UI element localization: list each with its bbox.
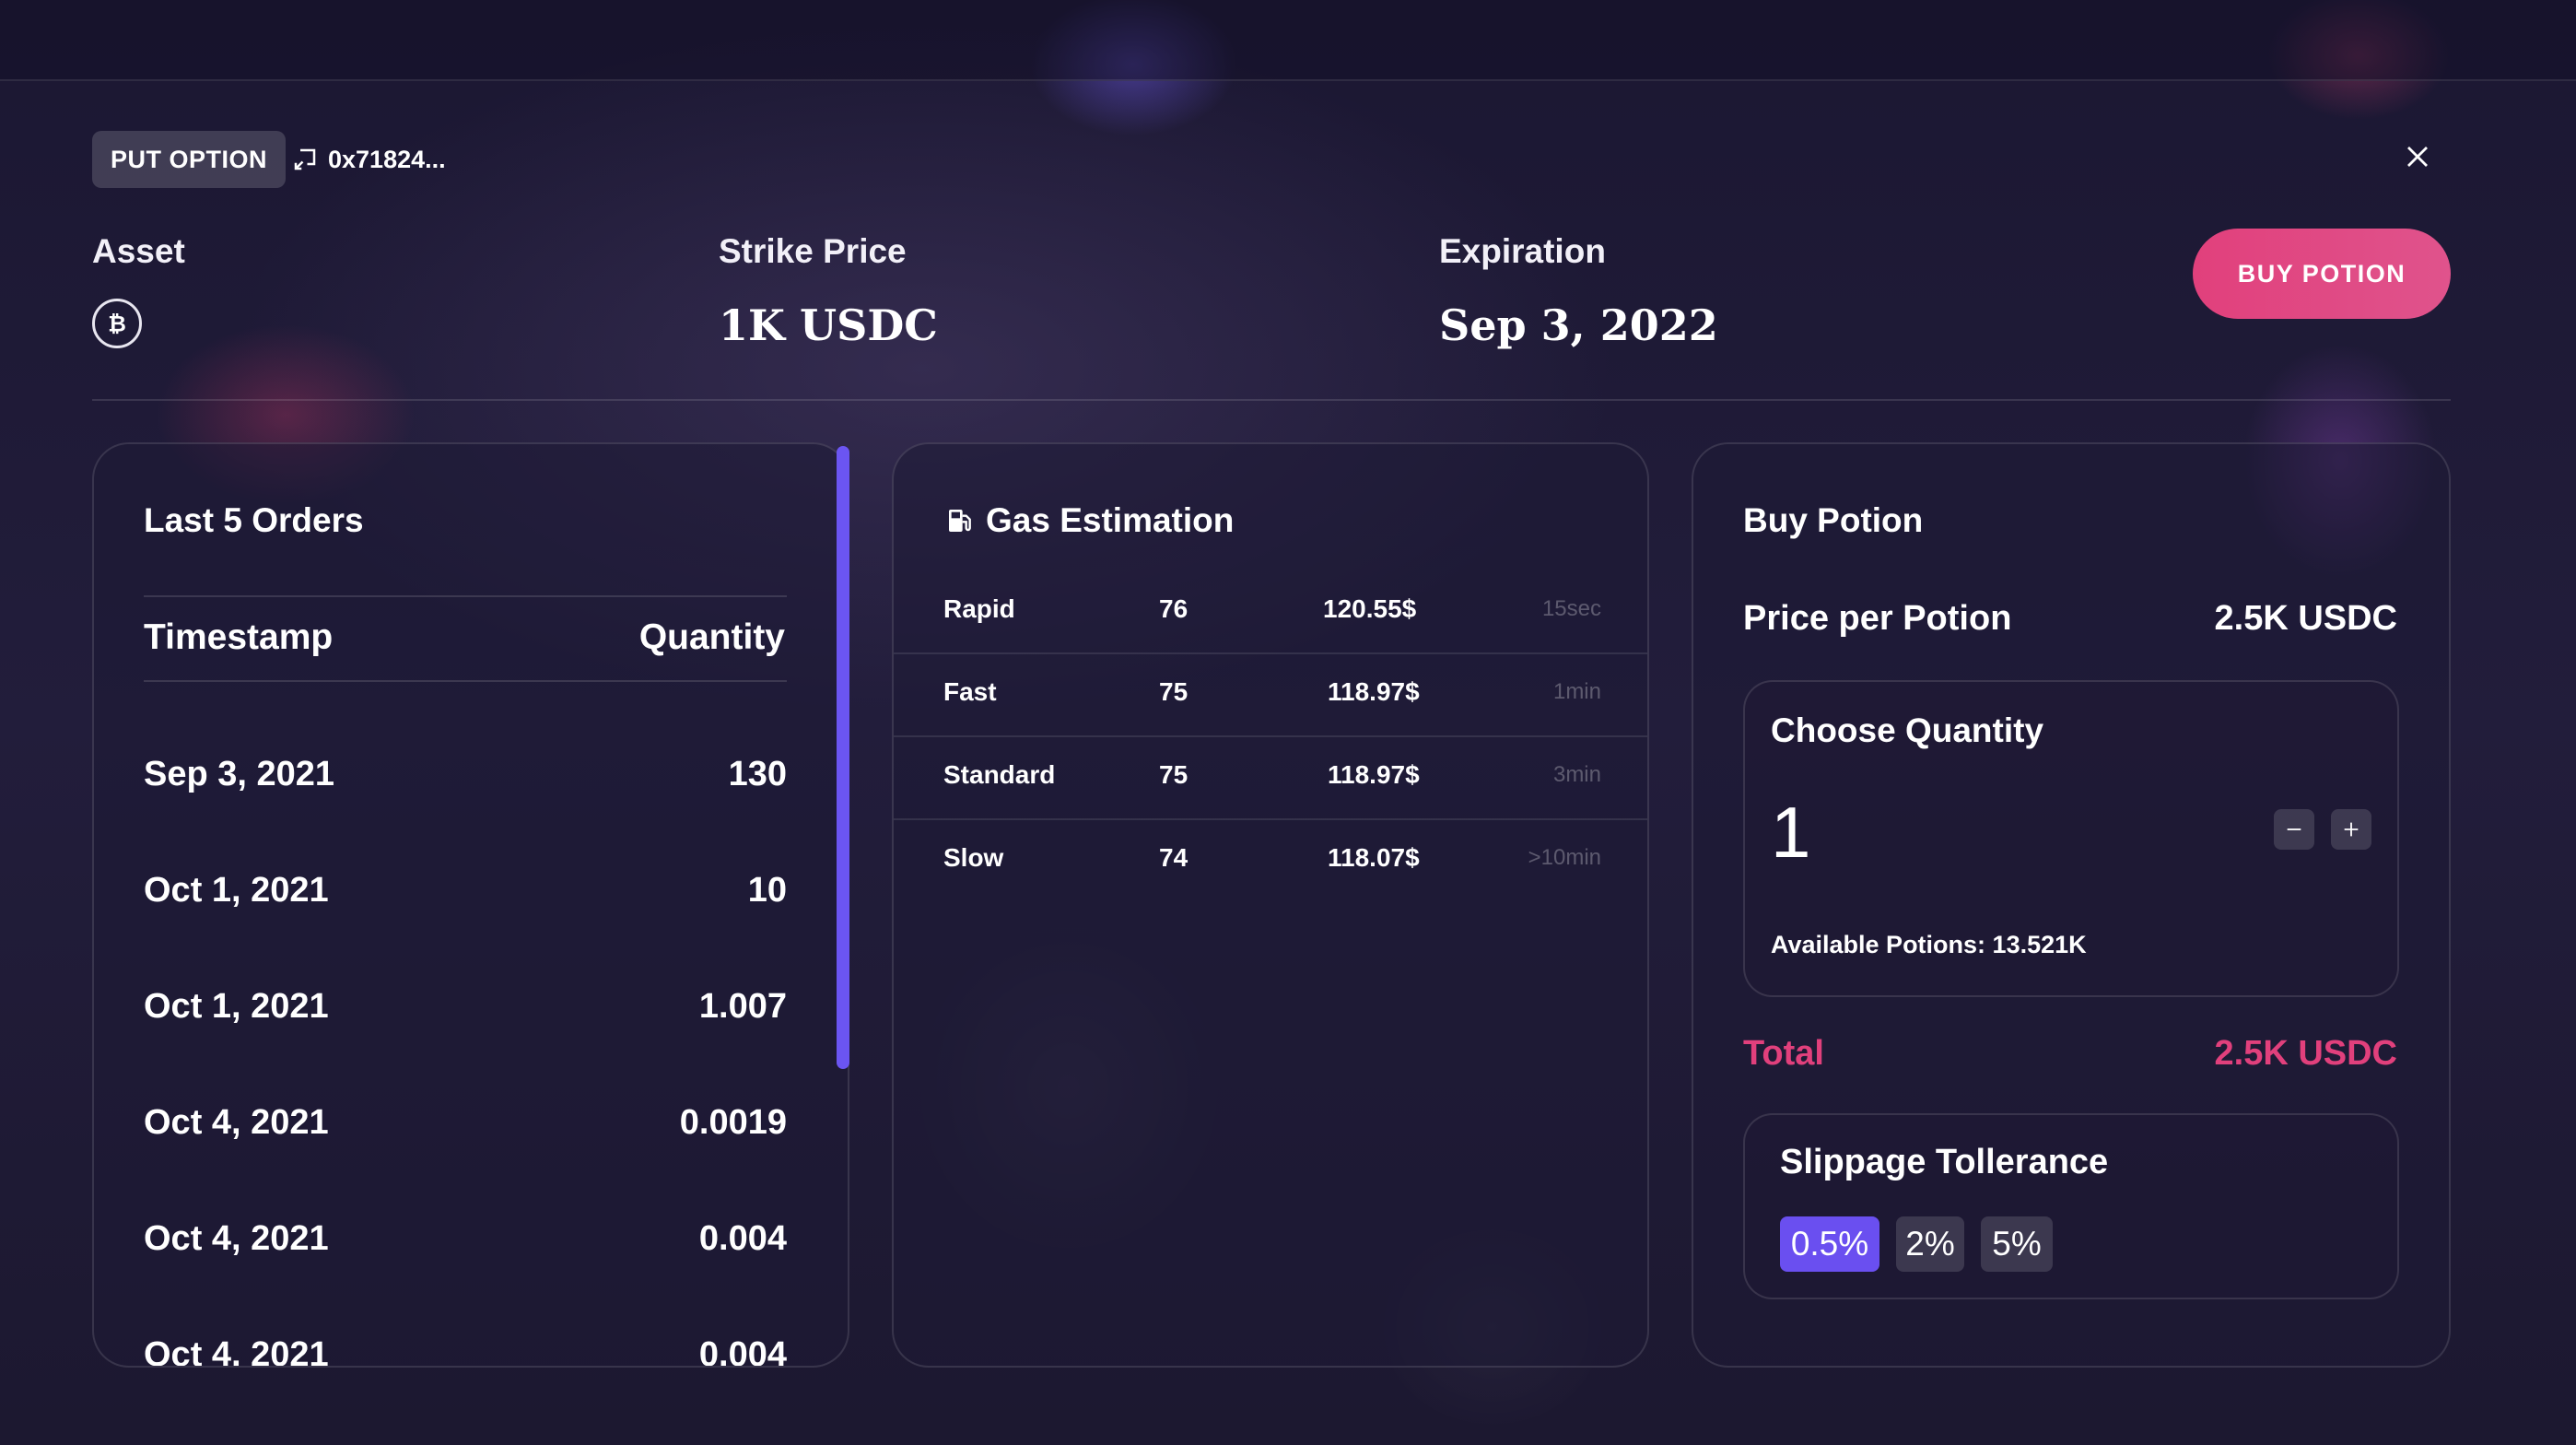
order-timestamp: Oct 4, 2021 (144, 1218, 329, 1258)
order-row: Oct 4, 2021 0.004 (144, 1327, 787, 1368)
order-quantity: 10 (747, 870, 787, 910)
gas-title-row: Gas Estimation (945, 501, 1234, 540)
price-per-potion-value: 2.5K USDC (2214, 599, 2398, 638)
orders-col-quantity: Quantity (638, 617, 785, 657)
gas-gwei: 75 (1159, 760, 1188, 789)
gas-speed: Slow (943, 843, 1004, 872)
svg-text:₿: ₿ (108, 311, 126, 337)
total-value: 2.5K USDC (2214, 1034, 2398, 1073)
order-timestamp: Oct 4, 2021 (144, 1102, 329, 1142)
gas-gwei: 75 (1159, 677, 1188, 706)
order-quantity: 0.004 (698, 1334, 787, 1368)
gas-row-slow[interactable]: Slow 74 118.07$ >10min (894, 816, 1647, 899)
slippage-card: Slippage Tollerance 0.5% 2% 5% (1743, 1113, 2399, 1299)
strike-price-label: Strike Price (719, 232, 907, 270)
gas-price: 118.97$ (1328, 677, 1420, 706)
contract-address-link[interactable]: 0x71824... (291, 138, 446, 181)
gas-row-standard[interactable]: Standard 75 118.97$ 3min (894, 734, 1647, 816)
order-row: Oct 1, 2021 10 (144, 863, 787, 918)
expiration-value: Sep 3, 2022 (1439, 300, 1718, 350)
buy-potion-button[interactable]: BUY POTION (2193, 229, 2451, 319)
order-row: Oct 4, 2021 0.004 (144, 1211, 787, 1266)
order-row: Sep 3, 2021 130 (144, 746, 787, 802)
orders-header-divider-top (144, 595, 787, 597)
close-icon (2407, 147, 2428, 167)
gas-price: 118.97$ (1328, 760, 1420, 789)
gas-speed: Standard (943, 760, 1056, 789)
order-timestamp: Oct 4, 2021 (144, 1334, 329, 1368)
option-detail-modal: PUT OPTION 0x71824... Asset ₿ Strike Pri… (0, 0, 2576, 1445)
slippage-option-5[interactable]: 5% (1981, 1216, 2053, 1272)
decrease-quantity-button[interactable] (2274, 809, 2314, 850)
choose-quantity-card: Choose Quantity 1 Available Potions: 13.… (1743, 680, 2399, 997)
contract-address: 0x71824... (328, 145, 446, 173)
orders-scrollbar[interactable] (837, 446, 849, 1069)
minus-icon (2287, 828, 2301, 830)
order-row: Oct 4, 2021 0.0019 (144, 1095, 787, 1150)
orders-header-divider-bottom (144, 680, 787, 682)
last-orders-panel: Last 5 Orders Timestamp Quantity Sep 3, … (92, 442, 849, 1368)
gas-pump-icon (949, 510, 971, 532)
gas-time: 3min (1552, 762, 1601, 787)
increase-quantity-button[interactable] (2331, 809, 2371, 850)
slippage-option-0-5[interactable]: 0.5% (1780, 1216, 1879, 1272)
gas-time: >10min (1528, 845, 1601, 870)
header-divider (92, 399, 2451, 401)
order-timestamp: Oct 1, 2021 (144, 870, 329, 910)
available-potions: Available Potions: 13.521K (1771, 931, 2087, 958)
gas-title: Gas Estimation (986, 501, 1235, 539)
orders-col-timestamp: Timestamp (144, 617, 334, 657)
asset-label: Asset (92, 232, 185, 270)
order-timestamp: Sep 3, 2021 (144, 754, 335, 793)
orders-title: Last 5 Orders (144, 501, 364, 539)
order-quantity: 130 (728, 754, 787, 793)
gas-speed: Rapid (943, 594, 1015, 623)
buy-potion-panel: Buy Potion Price per Potion 2.5K USDC Ch… (1692, 442, 2451, 1368)
gas-row-rapid[interactable]: Rapid 76 120.55$ 15sec (894, 568, 1647, 651)
buy-title: Buy Potion (1743, 501, 1924, 539)
total-label: Total (1743, 1034, 1824, 1073)
close-button[interactable] (2399, 138, 2436, 175)
gas-speed: Fast (943, 677, 997, 706)
gas-price: 118.07$ (1328, 843, 1420, 872)
gas-price: 120.55$ (1323, 594, 1417, 623)
price-per-potion-label: Price per Potion (1743, 599, 2012, 638)
gas-estimation-panel: Gas Estimation Rapid 76 120.55$ 15sec Fa… (892, 442, 1649, 1368)
order-timestamp: Oct 1, 2021 (144, 986, 329, 1026)
order-row: Oct 1, 2021 1.007 (144, 979, 787, 1034)
slippage-option-2[interactable]: 2% (1896, 1216, 1964, 1272)
external-link-icon (294, 148, 316, 170)
option-type-badge: PUT OPTION (92, 131, 287, 188)
gas-gwei: 76 (1159, 594, 1188, 623)
gas-time: 1min (1552, 679, 1601, 704)
bitcoin-icon: ₿ (92, 299, 142, 348)
gas-gwei: 74 (1159, 843, 1188, 872)
slippage-label: Slippage Tollerance (1780, 1143, 2109, 1181)
order-quantity: 0.0019 (679, 1102, 787, 1142)
choose-quantity-label: Choose Quantity (1771, 711, 2044, 749)
strike-price-value: 1K USDC (719, 300, 938, 350)
quantity-input[interactable]: 1 (1771, 791, 1810, 875)
expiration-label: Expiration (1439, 232, 1606, 270)
order-quantity: 0.004 (698, 1218, 787, 1258)
order-quantity: 1.007 (698, 986, 787, 1026)
plus-icon (2344, 822, 2359, 837)
gas-row-fast[interactable]: Fast 75 118.97$ 1min (894, 651, 1647, 734)
gas-time: 15sec (1541, 596, 1601, 621)
